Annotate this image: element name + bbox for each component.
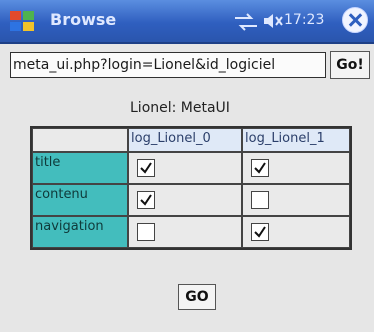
windows-start-icon[interactable] <box>8 7 36 35</box>
table-cell <box>242 216 350 248</box>
app-title: Browse <box>50 10 117 29</box>
checkbox-title-0[interactable] <box>137 159 155 177</box>
table-cell <box>128 152 242 184</box>
table-cell <box>242 184 350 216</box>
checkmark-icon <box>140 194 152 206</box>
checkbox-contenu-1[interactable] <box>251 191 269 209</box>
row-label-navigation: navigation <box>32 216 128 248</box>
column-header-1: log_Lionel_1 <box>242 128 350 152</box>
clock: 17:23 <box>284 12 325 28</box>
row-label-title: title <box>32 152 128 184</box>
title-bar: Browse 17:23 <box>0 0 374 44</box>
connectivity-icon[interactable] <box>233 13 259 31</box>
table-corner-cell <box>32 128 128 152</box>
checkbox-navigation-1[interactable] <box>251 223 269 241</box>
column-header-0: log_Lionel_0 <box>128 128 242 152</box>
table-cell <box>128 184 242 216</box>
url-input[interactable]: meta_ui.php?login=Lionel&id_logiciel <box>10 52 326 78</box>
checkmark-icon <box>254 226 266 238</box>
browser-screen: Browse 17:23 meta_ui.php?login=Lionel&id… <box>0 0 374 332</box>
form-caption: Lionel: MetaUI <box>130 100 230 116</box>
table-cell <box>242 152 350 184</box>
go-button[interactable]: Go! <box>330 51 370 79</box>
table-cell <box>128 216 242 248</box>
checkbox-contenu-0[interactable] <box>137 191 155 209</box>
close-icon[interactable] <box>342 7 368 33</box>
row-label-contenu: contenu <box>32 184 128 216</box>
checkbox-title-1[interactable] <box>251 159 269 177</box>
volume-icon[interactable] <box>262 11 284 31</box>
permissions-table: log_Lionel_0 log_Lionel_1 title contenu … <box>30 126 352 250</box>
checkmark-icon <box>254 162 266 174</box>
checkmark-icon <box>140 162 152 174</box>
checkbox-navigation-0[interactable] <box>137 223 155 241</box>
submit-go-button[interactable]: GO <box>178 284 216 310</box>
